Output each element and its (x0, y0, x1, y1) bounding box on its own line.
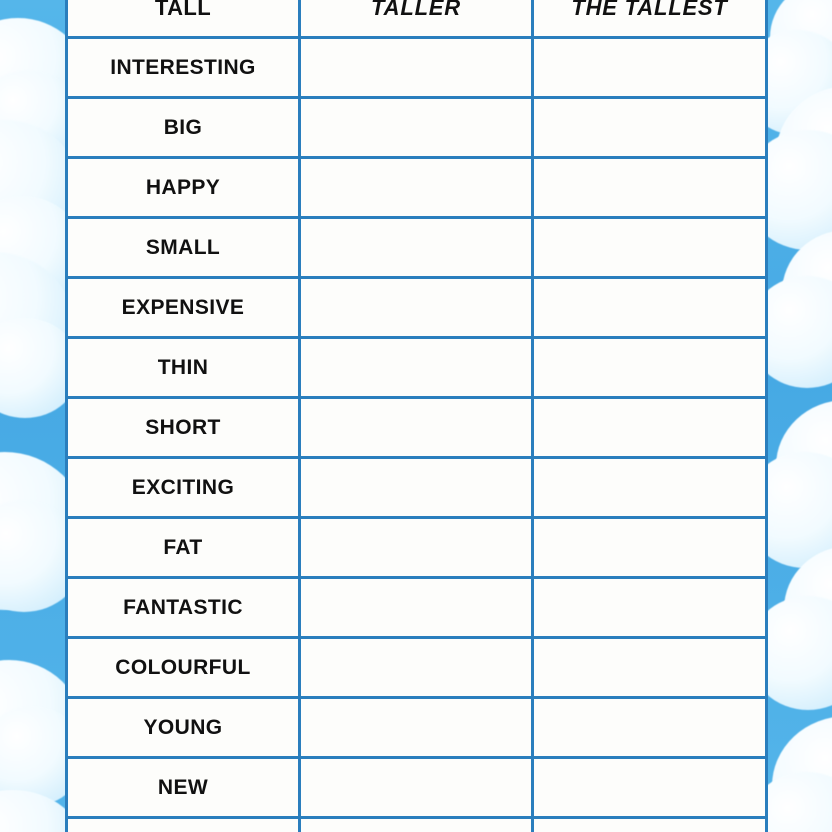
adjective-base-cell: HAPPY (65, 156, 301, 219)
adjective-superlative-blank[interactable] (531, 396, 768, 459)
table-row: EXCITING (65, 456, 768, 519)
adjective-superlative-blank[interactable] (531, 816, 768, 832)
adjective-comparative-blank[interactable] (298, 96, 534, 159)
adjective-comparative-blank[interactable] (298, 516, 534, 579)
column-header-base: TALL (65, 0, 301, 39)
adjective-base-cell: FANTASTIC (65, 576, 301, 639)
table-row: HAPPY (65, 156, 768, 219)
adjective-comparative-blank[interactable] (298, 396, 534, 459)
column-header-comparative: TALLER (298, 0, 534, 39)
table-row: NEW (65, 756, 768, 819)
adjective-superlative-blank[interactable] (531, 276, 768, 339)
table-row: COLOURFUL (65, 636, 768, 699)
adjective-superlative-blank[interactable] (531, 456, 768, 519)
adjective-superlative-blank[interactable] (531, 636, 768, 699)
adjective-base-cell: YOUNG (65, 696, 301, 759)
table-row: THIN (65, 336, 768, 399)
table-body: TALL TALLER THE TALLEST INTERESTING BIG HA… (65, 0, 768, 832)
adjective-base-cell: INTERESTING (65, 36, 301, 99)
adjective-base-cell: BIG (65, 96, 301, 159)
adjective-comparative-blank[interactable] (298, 216, 534, 279)
adjective-superlative-blank[interactable] (531, 576, 768, 639)
adjective-comparative-blank[interactable] (298, 36, 534, 99)
adjective-superlative-blank[interactable] (531, 336, 768, 399)
table-row: DELICIOUS (65, 816, 768, 832)
adjective-superlative-blank[interactable] (531, 156, 768, 219)
column-header-superlative: THE TALLEST (531, 0, 768, 39)
adjective-superlative-blank[interactable] (531, 696, 768, 759)
adjective-comparative-blank[interactable] (298, 636, 534, 699)
adjective-comparative-blank[interactable] (298, 816, 534, 832)
adjective-superlative-blank[interactable] (531, 36, 768, 99)
adjective-base-cell: DELICIOUS (65, 816, 301, 832)
adjective-superlative-blank[interactable] (531, 756, 768, 819)
table-row: BIG (65, 96, 768, 159)
adjective-comparative-blank[interactable] (298, 276, 534, 339)
table-row: SHORT (65, 396, 768, 459)
adjective-base-cell: SHORT (65, 396, 301, 459)
adjective-comparative-blank[interactable] (298, 456, 534, 519)
adjective-base-cell: COLOURFUL (65, 636, 301, 699)
table-row: FAT (65, 516, 768, 579)
adjective-superlative-blank[interactable] (531, 96, 768, 159)
adjective-base-cell: EXCITING (65, 456, 301, 519)
adjective-comparative-blank[interactable] (298, 576, 534, 639)
table-row: SMALL (65, 216, 768, 279)
adjective-comparative-blank[interactable] (298, 156, 534, 219)
table-row: INTERESTING (65, 36, 768, 99)
adjective-base-cell: NEW (65, 756, 301, 819)
adjective-comparative-blank[interactable] (298, 756, 534, 819)
adjective-degrees-table: TALL TALLER THE TALLEST INTERESTING BIG HA… (65, 0, 768, 832)
adjective-base-cell: FAT (65, 516, 301, 579)
adjective-base-cell: EXPENSIVE (65, 276, 301, 339)
adjective-comparative-blank[interactable] (298, 696, 534, 759)
adjective-comparative-blank[interactable] (298, 336, 534, 399)
adjective-superlative-blank[interactable] (531, 216, 768, 279)
table-row: EXPENSIVE (65, 276, 768, 339)
adjective-superlative-blank[interactable] (531, 516, 768, 579)
table-row: FANTASTIC (65, 576, 768, 639)
table-header-row: TALL TALLER THE TALLEST (65, 0, 768, 39)
table-row: YOUNG (65, 696, 768, 759)
adjective-base-cell: SMALL (65, 216, 301, 279)
adjective-base-cell: THIN (65, 336, 301, 399)
